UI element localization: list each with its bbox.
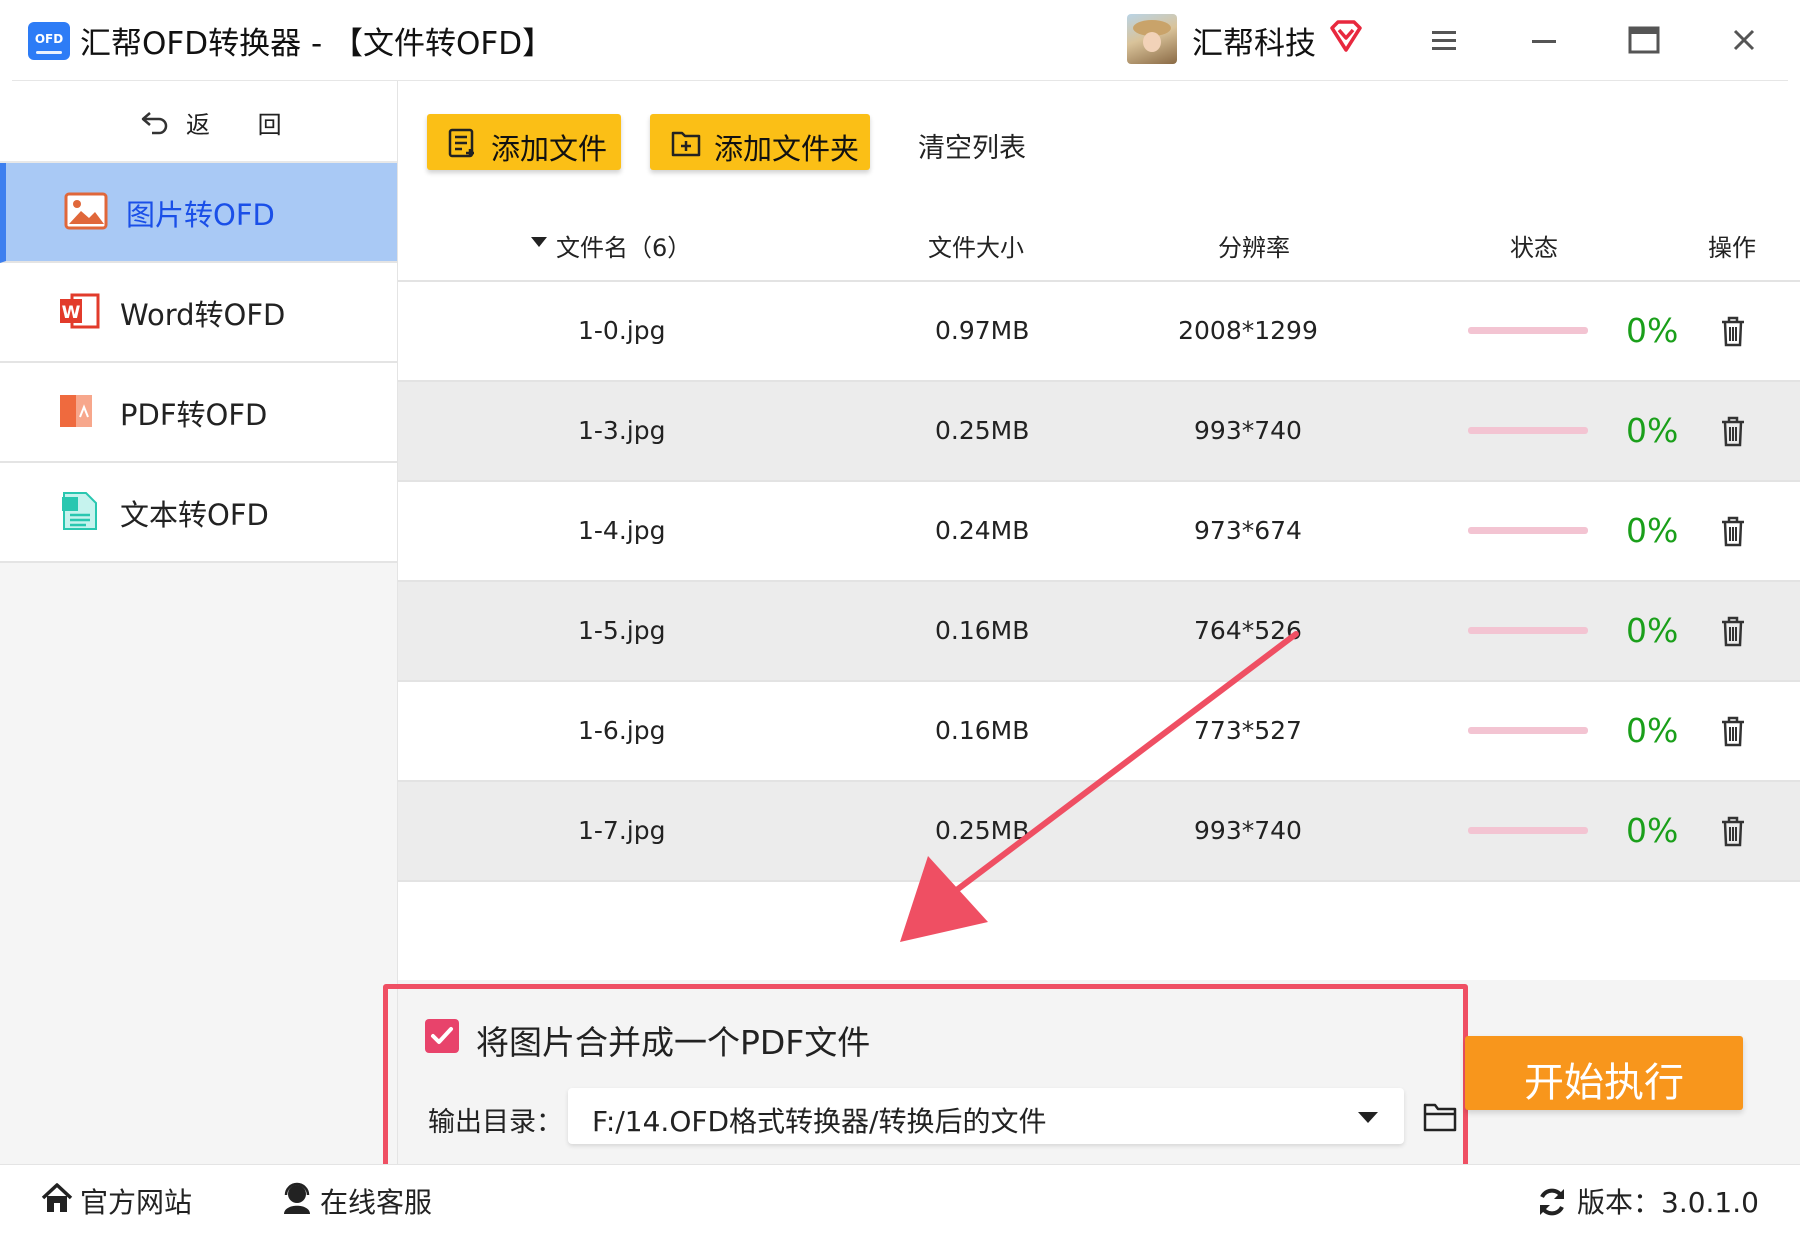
progress-bar (1468, 427, 1588, 434)
window-title: 汇帮OFD转换器 - 【文件转OFD】 (80, 26, 554, 62)
file-name-cell: 1-5.jpg (578, 616, 666, 645)
refresh-icon (1540, 1188, 1564, 1216)
browse-folder-icon[interactable] (1422, 1100, 1458, 1134)
back-label: 返 回 (186, 111, 302, 139)
back-arrow-icon (141, 112, 168, 135)
status-percent: 0% (1626, 711, 1679, 750)
version-label: 版本：3.0.1.0 (1577, 1186, 1759, 1219)
add-folder-icon (671, 131, 701, 157)
official-website-link[interactable]: 官方网站 (40, 1179, 210, 1219)
minimize-icon[interactable] (1524, 20, 1564, 60)
file-name-cell: 1-4.jpg (578, 516, 666, 545)
file-name-cell: 1-0.jpg (578, 316, 666, 345)
table-row[interactable]: 1-0.jpg 0.97MB 2008*1299 0% (398, 282, 1800, 382)
user-avatar[interactable] (1127, 14, 1177, 64)
resolution-cell: 993*740 (1194, 416, 1302, 445)
customer-service-icon (284, 1182, 310, 1214)
text-file-icon (62, 492, 97, 530)
official-website-label: 官方网站 (80, 1186, 193, 1219)
trash-icon[interactable] (1718, 815, 1748, 847)
status-percent: 0% (1626, 811, 1679, 850)
merge-checkbox-label[interactable]: 将图片合并成一个PDF文件 (476, 1016, 870, 1064)
online-support-link[interactable]: 在线客服 (280, 1179, 450, 1219)
highlight-box (383, 984, 1468, 1188)
start-button[interactable]: 开始执行 (1465, 1036, 1743, 1110)
sidebar-item-text-to-ofd[interactable]: 文本转OFD (0, 463, 397, 563)
resolution-cell: 2008*1299 (1178, 316, 1318, 345)
file-size-cell: 0.24MB (935, 516, 1030, 545)
sidebar-item-image-to-ofd[interactable]: 图片转OFD (0, 163, 397, 263)
home-icon (41, 1183, 73, 1212)
trash-icon[interactable] (1718, 615, 1748, 647)
status-bar: 官方网站 在线客服 版本：3.0.1.0 (0, 1164, 1800, 1235)
back-button[interactable]: 返 回 (0, 81, 397, 163)
trash-icon[interactable] (1718, 715, 1748, 747)
progress-bar (1468, 827, 1588, 834)
sidebar: 返 回 图片转OFD W Word转OFD PDF转OFD 文本转OFD (0, 81, 398, 1164)
pdf-icon (60, 395, 92, 427)
add-folder-button[interactable]: 添加文件夹 (650, 114, 870, 170)
column-header-action: 操作 (1708, 234, 1756, 262)
sidebar-item-label: 图片转OFD (126, 198, 275, 232)
sidebar-item-pdf-to-ofd[interactable]: PDF转OFD (0, 363, 397, 463)
output-dir-value: F:/14.OFD格式转换器/转换后的文件 (592, 1105, 1047, 1138)
status-percent: 0% (1626, 411, 1679, 450)
sidebar-item-label: Word转OFD (120, 298, 286, 332)
start-button-label: 开始执行 (1524, 1060, 1684, 1106)
app-logo: OFD (28, 22, 70, 60)
file-name-cell: 1-7.jpg (578, 816, 666, 845)
merge-checkbox[interactable] (425, 1019, 459, 1053)
resolution-cell: 973*674 (1194, 516, 1302, 545)
maximize-icon[interactable] (1624, 20, 1664, 60)
add-file-icon (448, 128, 474, 158)
progress-bar (1468, 627, 1588, 634)
add-folder-label: 添加文件夹 (714, 132, 860, 166)
progress-bar (1468, 727, 1588, 734)
add-file-button[interactable]: 添加文件 (427, 114, 621, 170)
online-support-label: 在线客服 (320, 1186, 433, 1219)
table-row[interactable]: 1-3.jpg 0.25MB 993*740 0% (398, 382, 1800, 482)
image-icon (64, 192, 108, 230)
file-size-cell: 0.25MB (935, 416, 1030, 445)
column-header-name[interactable]: 文件名（6） (556, 228, 691, 263)
sidebar-item-label: PDF转OFD (120, 398, 268, 432)
add-file-label: 添加文件 (491, 132, 608, 166)
column-header-size: 文件大小 (928, 234, 1024, 262)
chevron-down-icon (1358, 1112, 1378, 1123)
status-percent: 0% (1626, 611, 1679, 650)
status-percent: 0% (1626, 511, 1679, 550)
column-header-status: 状态 (1510, 234, 1558, 262)
trash-icon[interactable] (1718, 315, 1748, 347)
output-dir-select[interactable]: F:/14.OFD格式转换器/转换后的文件 (568, 1088, 1404, 1144)
trash-icon[interactable] (1718, 515, 1748, 547)
trash-icon[interactable] (1718, 415, 1748, 447)
status-percent: 0% (1626, 311, 1679, 350)
vip-diamond-icon[interactable] (1328, 18, 1364, 54)
file-size-cell: 0.97MB (935, 316, 1030, 345)
table-row[interactable]: 1-4.jpg 0.24MB 973*674 0% (398, 482, 1800, 582)
progress-bar (1468, 327, 1588, 334)
progress-bar (1468, 527, 1588, 534)
sidebar-item-label: 文本转OFD (120, 498, 269, 532)
svg-text:W: W (62, 303, 81, 323)
sidebar-item-word-to-ofd[interactable]: W Word转OFD (0, 263, 397, 363)
close-icon[interactable] (1724, 20, 1764, 60)
app-logo-text: OFD (34, 32, 64, 46)
word-icon: W (60, 293, 100, 329)
menu-icon[interactable] (1424, 20, 1464, 60)
file-name-cell: 1-3.jpg (578, 416, 666, 445)
annotation-arrow (900, 631, 1299, 942)
clear-list-button[interactable]: 清空列表 (918, 126, 1026, 165)
file-table-header: 文件名（6） 文件大小 分辨率 状态 操作 (398, 200, 1800, 282)
file-name-cell: 1-6.jpg (578, 716, 666, 745)
output-dir-label: 输出目录： (428, 1107, 563, 1138)
user-name[interactable]: 汇帮科技 (1192, 18, 1316, 63)
column-header-resolution: 分辨率 (1218, 234, 1290, 262)
sort-desc-icon[interactable] (530, 236, 548, 248)
